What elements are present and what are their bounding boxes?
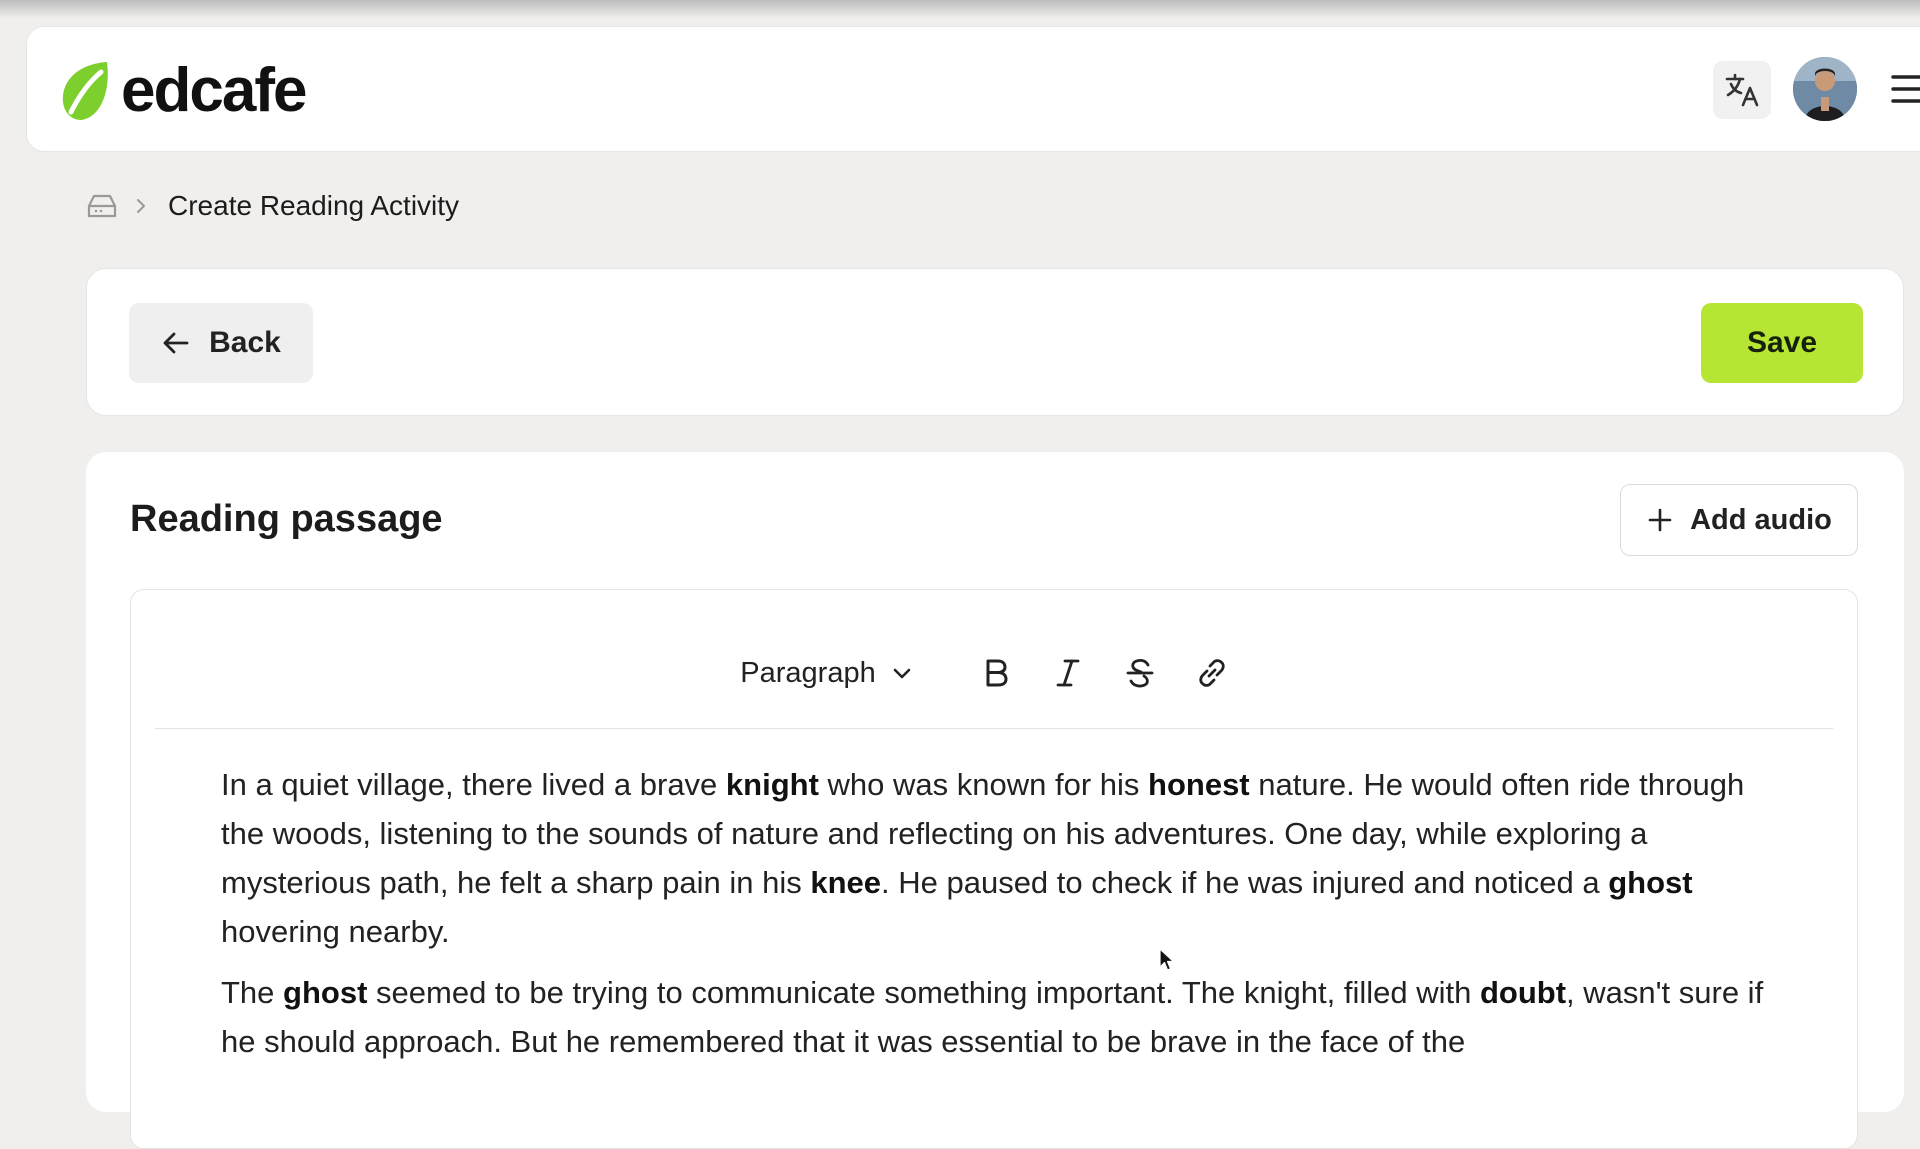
- add-audio-button[interactable]: Add audio: [1620, 484, 1858, 556]
- bold-button[interactable]: [976, 653, 1016, 693]
- avatar-photo: [1793, 57, 1857, 121]
- breadcrumb-current: Create Reading Activity: [168, 190, 460, 221]
- chevron-down-icon: [893, 668, 911, 679]
- rich-text-editor[interactable]: Paragraph In a quiet village, there live…: [130, 589, 1858, 1149]
- action-bar: Back Save: [86, 268, 1904, 416]
- passage-paragraph: The ghost seemed to be trying to communi…: [221, 968, 1781, 1066]
- window-top-shadow: [0, 0, 1920, 18]
- strikethrough-button[interactable]: [1120, 653, 1160, 693]
- vocab-word: knight: [725, 767, 819, 802]
- menu-button[interactable]: [1889, 71, 1920, 107]
- save-button[interactable]: Save: [1701, 303, 1863, 383]
- translate-icon: [1725, 73, 1759, 107]
- toolbar-divider: [155, 728, 1833, 729]
- block-type-label: Paragraph: [740, 656, 876, 689]
- inbox-icon[interactable]: [86, 192, 118, 220]
- plus-icon: [1648, 508, 1672, 532]
- link-icon: [1199, 659, 1225, 687]
- strikethrough-icon: [1126, 658, 1154, 688]
- vocab-word: doubt: [1479, 975, 1567, 1010]
- chevron-right-icon: [137, 199, 145, 213]
- passage-paragraph: In a quiet village, there lived a brave …: [221, 760, 1781, 956]
- italic-icon: [1056, 659, 1080, 687]
- bold-icon: [986, 659, 1008, 687]
- mouse-cursor-icon: [1159, 948, 1175, 971]
- passage-text[interactable]: In a quiet village, there lived a brave …: [221, 760, 1781, 1078]
- vocab-word: honest: [1148, 767, 1250, 802]
- link-button[interactable]: [1192, 653, 1232, 693]
- vocab-word: knee: [810, 865, 881, 900]
- back-button[interactable]: Back: [129, 303, 313, 383]
- block-type-select[interactable]: Paragraph: [740, 657, 913, 690]
- text-run: seemed to be trying to communicate somet…: [367, 975, 1480, 1010]
- text-run: In a quiet village, there lived a brave: [221, 767, 726, 802]
- breadcrumb: Create Reading Activity: [86, 186, 459, 226]
- leaf-logo-icon: [62, 62, 108, 120]
- italic-button[interactable]: [1048, 653, 1088, 693]
- vocab-word: ghost: [283, 975, 368, 1010]
- section-title: Reading passage: [130, 498, 443, 540]
- text-run: . He paused to check if he was injured a…: [881, 865, 1609, 900]
- top-header: edcafe: [26, 26, 1920, 152]
- vocab-word: ghost: [1608, 865, 1693, 900]
- logo-text: edcafe: [121, 56, 307, 125]
- edcafe-logo[interactable]: edcafe: [57, 56, 307, 125]
- arrow-left-icon: [163, 332, 189, 354]
- text-run: hovering nearby.: [221, 914, 450, 949]
- user-avatar[interactable]: [1793, 57, 1857, 121]
- text-run: who was known for his: [818, 767, 1149, 802]
- back-label: Back: [209, 326, 281, 359]
- language-button[interactable]: [1713, 61, 1771, 119]
- hamburger-menu-icon: [1891, 75, 1920, 103]
- add-audio-label: Add audio: [1690, 503, 1832, 536]
- text-run: The: [221, 975, 284, 1010]
- reading-passage-card: Reading passage Add audio Paragraph In a…: [86, 452, 1904, 1149]
- editor-toolbar: Paragraph: [131, 638, 1857, 708]
